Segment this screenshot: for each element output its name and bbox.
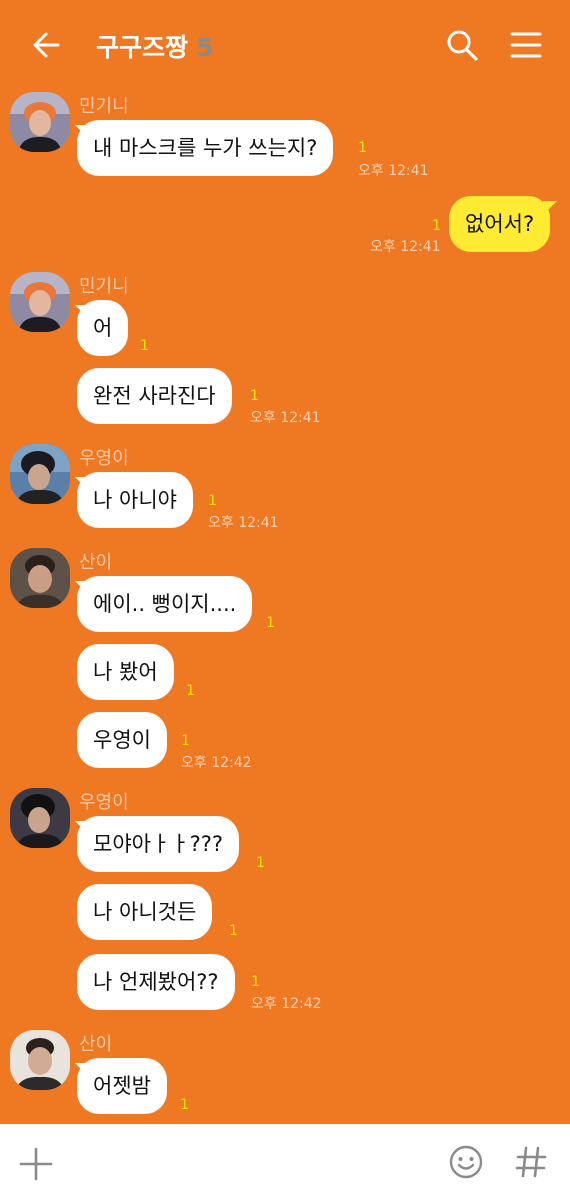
unread-count: 1: [358, 140, 367, 156]
profile-photo-icon: [10, 1030, 70, 1090]
message-bubble[interactable]: 어: [77, 300, 129, 356]
message-bubble[interactable]: 완전 사라진다: [77, 368, 232, 424]
unread-count: 1: [181, 733, 190, 749]
menu-button[interactable]: [508, 28, 544, 64]
profile-photo-icon: [10, 92, 70, 152]
message-bubble[interactable]: 에이.. 뻥이지....: [77, 576, 253, 632]
unread-count: 1: [229, 923, 238, 939]
avatar-wooyoung[interactable]: [10, 788, 70, 848]
profile-photo-icon: [10, 444, 70, 504]
plus-icon: [19, 1147, 53, 1181]
back-arrow-icon: [33, 32, 60, 58]
message-time: 오후 12:41: [358, 163, 429, 179]
message-bubble[interactable]: 어젯밤: [77, 1058, 167, 1114]
message-bubble[interactable]: 나 아니것든: [77, 884, 213, 940]
profile-photo-icon: [10, 788, 70, 848]
message-bubble[interactable]: 나 언제봤어??: [77, 954, 235, 1010]
unread-count: 1: [256, 855, 265, 871]
sender-name: 민기니: [79, 96, 129, 117]
message-bubble[interactable]: 우영이: [77, 712, 167, 768]
profile-photo-icon: [10, 272, 70, 332]
profile-photo-icon: [10, 548, 70, 608]
room-name: 구구즈짱: [96, 33, 189, 62]
avatar-sani[interactable]: [10, 1030, 70, 1090]
sender-name: 우영이: [79, 448, 129, 469]
hashtag-button[interactable]: [514, 1144, 548, 1180]
unread-count: 1: [140, 338, 149, 354]
message-time: 오후 12:42: [251, 996, 322, 1012]
sender-name: 민기니: [79, 276, 129, 297]
my-message-bubble[interactable]: 없어서?: [449, 196, 551, 252]
chat-title: 구구즈짱 5: [96, 28, 213, 64]
message-bubble[interactable]: 내 마스크를 누가 쓰는지?: [77, 120, 334, 176]
hashtag-icon: [515, 1146, 547, 1178]
menu-icon: [510, 32, 542, 58]
unread-count: 1: [186, 683, 195, 699]
avatar-mingini[interactable]: [10, 92, 70, 152]
avatar-wooyoung[interactable]: [10, 444, 70, 504]
member-count: 5: [196, 33, 214, 62]
emoji-button[interactable]: [448, 1144, 484, 1180]
sender-name: 우영이: [79, 792, 129, 813]
unread-count: 1: [250, 388, 259, 404]
attach-button[interactable]: [18, 1146, 54, 1182]
message-time: 오후 12:42: [181, 755, 252, 771]
message-bubble[interactable]: 나 봤어: [77, 644, 174, 700]
message-bubble[interactable]: 모야아ㅏㅏ???: [77, 816, 240, 872]
chat-header: 구구즈짱 5: [0, 0, 570, 90]
message-bubble[interactable]: 나 아니야: [77, 472, 193, 528]
back-button[interactable]: [28, 26, 66, 64]
message-time: 오후 12:41: [370, 239, 441, 255]
unread-count: 1: [266, 615, 275, 631]
sender-name: 산이: [79, 552, 113, 573]
unread-count: 1: [180, 1097, 189, 1113]
search-button[interactable]: [444, 27, 480, 63]
unread-count: 1: [432, 218, 441, 234]
emoji-icon: [449, 1145, 483, 1179]
message-time: 오후 12:41: [250, 410, 321, 426]
input-bar[interactable]: [0, 1124, 570, 1200]
unread-count: 1: [251, 974, 260, 990]
avatar-mingini[interactable]: [10, 272, 70, 332]
sender-name: 산이: [79, 1034, 113, 1055]
message-time: 오후 12:41: [208, 515, 279, 531]
avatar-sani[interactable]: [10, 548, 70, 608]
search-icon: [447, 30, 478, 61]
unread-count: 1: [208, 493, 217, 509]
